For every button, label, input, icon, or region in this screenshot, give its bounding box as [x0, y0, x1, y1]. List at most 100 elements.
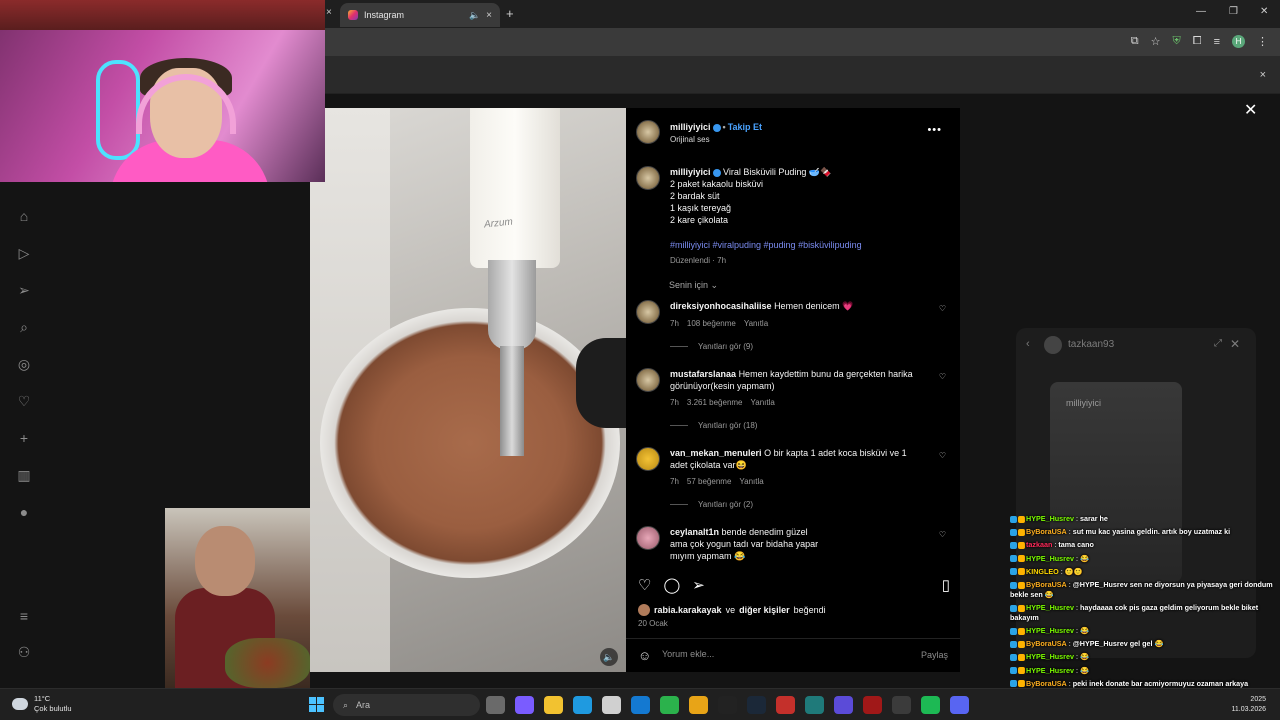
taskbar-app-icon[interactable] [515, 696, 534, 714]
commenter-avatar[interactable] [636, 300, 660, 324]
taskbar-search[interactable]: ⌕ Ara [333, 694, 480, 716]
like-comment-heart-icon[interactable]: ♡ [939, 304, 946, 313]
caption-username[interactable]: milliyiyici [670, 167, 711, 177]
share-paper-plane-icon[interactable]: ➢ [692, 576, 705, 596]
cast-icon[interactable]: ⧉ [1131, 35, 1139, 48]
view-replies-button[interactable]: Yanıtları gör (18) [670, 421, 757, 430]
direct-icon[interactable]: ➢ [14, 282, 34, 298]
comment-username[interactable]: ceylanalt1n [670, 527, 719, 537]
liker-username[interactable]: rabia.karakayak [654, 605, 722, 615]
expand-icon[interactable]: ⤢ [1214, 338, 1222, 349]
emoji-icon[interactable]: ☺ [638, 648, 651, 663]
other-likers-link[interactable]: diğer kişiler [739, 605, 790, 615]
taskbar-app-icon[interactable] [805, 696, 824, 714]
explore-icon[interactable]: ◎ [14, 356, 34, 372]
chat-message: tazkaan : tama cano [1010, 538, 1278, 551]
reply-button[interactable]: Yanıtla [751, 398, 775, 407]
save-bookmark-icon[interactable]: ▯ [942, 576, 950, 594]
view-replies-button[interactable]: Yanıtları gör (9) [670, 342, 753, 351]
comment-username[interactable]: van_mekan_menuleri [670, 448, 762, 458]
pip-close-icon[interactable]: ✕ [1230, 337, 1240, 351]
windows-start-icon[interactable] [309, 697, 324, 712]
maximize-button[interactable]: ❐ [1229, 6, 1238, 17]
comment-username[interactable]: mustafarslanaa [670, 369, 736, 379]
infobar-close-icon[interactable]: × [1260, 69, 1266, 81]
comment-username[interactable]: direksiyonhocasihaliise [670, 301, 772, 311]
original-audio-link[interactable]: Orijinal ses [670, 135, 710, 144]
like-comment-heart-icon[interactable]: ♡ [939, 372, 946, 381]
taskbar-app-icon[interactable] [718, 696, 737, 714]
previous-tab-close-icon[interactable]: × [326, 7, 332, 18]
weather-widget[interactable]: 11°C Çok bulutlu [12, 694, 72, 714]
search-icon[interactable]: ⌕ [14, 319, 34, 335]
commenter-avatar[interactable] [636, 526, 660, 550]
comment-time: 7h [670, 477, 679, 486]
taskbar-app-icon[interactable] [486, 696, 505, 714]
taskbar-app-icon[interactable] [689, 696, 708, 714]
pudding-bowl [320, 308, 620, 578]
mute-icon[interactable]: 🔈 [600, 648, 618, 666]
caption-avatar[interactable] [636, 166, 660, 190]
system-tray-clock[interactable]: 2025 11.03.2026 [1231, 695, 1266, 715]
reply-button[interactable]: Yanıtla [744, 319, 768, 328]
comment-likes[interactable]: 57 beğenme [687, 477, 731, 486]
taskbar-app-icon[interactable] [602, 696, 621, 714]
like-heart-icon[interactable]: ♡ [638, 576, 651, 596]
media-icon[interactable]: ≡ [1214, 36, 1220, 48]
taskbar-app-icon[interactable] [631, 696, 650, 714]
author-avatar[interactable] [636, 120, 660, 144]
taskbar-app-icon[interactable] [892, 696, 911, 714]
minimize-button[interactable]: — [1196, 6, 1206, 17]
notifications-heart-icon[interactable]: ♡ [14, 393, 34, 409]
taskbar-app-icon[interactable] [660, 696, 679, 714]
chat-message: ByBoraUSA : @HYPE_Husrev sen ne diyorsun… [1010, 580, 1273, 600]
tab-instagram[interactable]: Instagram 🔈 × [340, 3, 500, 27]
comment-time: 7h [670, 398, 679, 407]
taskbar-app-icon[interactable] [834, 696, 853, 714]
taskbar-app-icon[interactable] [863, 696, 882, 714]
profile-icon[interactable]: ● [14, 504, 34, 520]
reel-video[interactable]: Arzum 🔈 [310, 108, 626, 672]
close-modal-icon[interactable]: ✕ [1244, 100, 1257, 120]
create-icon[interactable]: + [14, 430, 34, 446]
chat-badge-icon [1018, 581, 1025, 589]
speaker-icon[interactable]: 🔈 [469, 10, 480, 21]
comment-input[interactable] [662, 649, 882, 659]
close-window-button[interactable]: ✕ [1260, 6, 1268, 17]
shield-icon[interactable]: ⛨ [1173, 35, 1181, 48]
chat-username: KINGLEO [1026, 566, 1059, 576]
view-replies-button[interactable]: Yanıtları gör (2) [670, 500, 753, 509]
reels-icon[interactable]: ▷ [14, 245, 34, 261]
follow-button[interactable]: Takip Et [728, 122, 762, 132]
taskbar-app-icon[interactable] [544, 696, 563, 714]
dashboard-icon[interactable]: ▥ [14, 467, 34, 483]
like-comment-heart-icon[interactable]: ♡ [939, 451, 946, 460]
taskbar-app-icon[interactable] [950, 696, 969, 714]
caption-hashtags[interactable]: #milliyiyici #viralpuding #puding #biskü… [670, 240, 862, 250]
back-chevron-icon[interactable]: ‹ [1026, 338, 1030, 350]
taskbar-app-icon[interactable] [776, 696, 795, 714]
home-icon[interactable]: ⌂ [14, 208, 34, 224]
menu-icon[interactable]: ⋮ [1257, 35, 1268, 48]
like-comment-heart-icon[interactable]: ♡ [939, 530, 946, 539]
more-options-icon[interactable]: ••• [927, 124, 942, 136]
tab-close-icon[interactable]: × [486, 10, 492, 21]
commenter-avatar[interactable] [636, 447, 660, 471]
commenter-avatar[interactable] [636, 368, 660, 392]
new-tab-button[interactable]: + [506, 6, 514, 21]
author-username[interactable]: milliyiyici • Takip Et [670, 122, 762, 132]
comment-likes[interactable]: 3.261 beğenme [687, 398, 743, 407]
taskbar-app-icon[interactable] [573, 696, 592, 714]
taskbar-app-icon[interactable] [921, 696, 940, 714]
bookmark-star-icon[interactable]: ☆ [1151, 35, 1161, 48]
reply-button[interactable]: Yanıtla [739, 477, 763, 486]
taskbar-app-icon[interactable] [747, 696, 766, 714]
comment-bubble-icon[interactable]: ◯ [663, 576, 680, 596]
comment-sort-dropdown[interactable]: Senin için ⌄ [669, 280, 718, 291]
post-comment-button[interactable]: Paylaş [921, 650, 948, 660]
extensions-icon[interactable]: ⧠ [1193, 35, 1202, 48]
meta-icon[interactable]: ⚇ [14, 644, 34, 660]
profile-avatar[interactable]: H [1232, 35, 1245, 48]
more-menu-icon[interactable]: ≡ [14, 608, 34, 624]
comment-likes[interactable]: 108 beğenme [687, 319, 736, 328]
